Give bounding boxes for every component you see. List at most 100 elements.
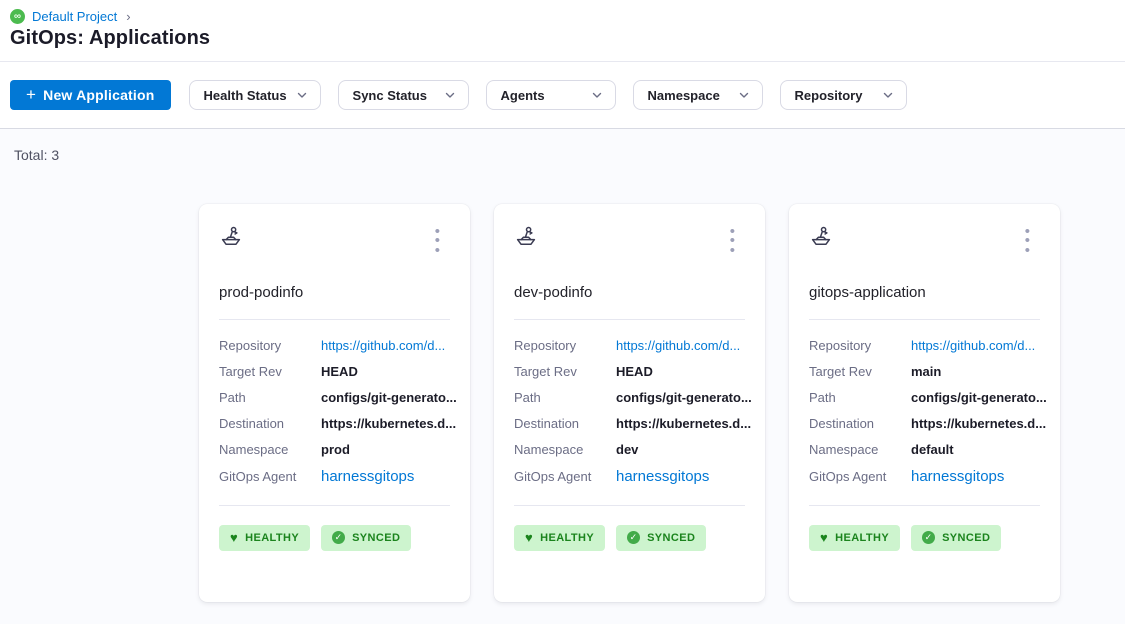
card-top-row: •••: [809, 225, 1040, 255]
field-value: https://kubernetes.d...: [616, 416, 751, 431]
application-card-gitops-application[interactable]: ••• gitops-application Repository https:…: [789, 204, 1060, 602]
badge-label: SYNCED: [942, 532, 990, 544]
field-value: main: [911, 364, 941, 379]
card-top-row: •••: [219, 225, 450, 255]
divider: [514, 319, 745, 320]
field-label: Namespace: [219, 442, 321, 457]
filter-namespace-label: Namespace: [648, 88, 720, 103]
card-top-row: •••: [514, 225, 745, 255]
card-badges: ♥ HEALTHY ✓ SYNCED: [514, 525, 745, 551]
chevron-down-icon: [444, 89, 456, 101]
divider: [809, 505, 1040, 506]
gitops-app-icon: [514, 225, 538, 249]
field-label: GitOps Agent: [219, 469, 321, 484]
status-badge: ✓ SYNCED: [616, 525, 706, 551]
kebab-menu-icon[interactable]: •••: [433, 225, 450, 255]
page-title: GitOps: Applications: [10, 27, 1125, 50]
card-title: dev-podinfo: [514, 284, 745, 301]
field-label: Repository: [514, 338, 616, 353]
card-fields: Repository https://github.com/d... Targe…: [514, 333, 745, 491]
field-value-link[interactable]: harnessgitops: [321, 468, 414, 485]
field-value: https://kubernetes.d...: [321, 416, 456, 431]
card-badges: ♥ HEALTHY ✓ SYNCED: [219, 525, 450, 551]
heart-icon: ♥: [230, 531, 238, 544]
divider: [219, 505, 450, 506]
gitops-app-icon: [219, 225, 243, 249]
card-fields: Repository https://github.com/d... Targe…: [809, 333, 1040, 491]
field-value: configs/git-generato...: [321, 390, 457, 405]
total-count: Total: 3: [14, 147, 59, 163]
field-value: dev: [616, 442, 638, 457]
field-row: Namespace default: [809, 437, 1040, 463]
field-row: GitOps Agent harnessgitops: [809, 463, 1040, 491]
filter-repository-label: Repository: [795, 88, 863, 103]
field-row: Destination https://kubernetes.d...: [219, 411, 450, 437]
check-circle-icon: ✓: [332, 531, 345, 544]
field-value-link[interactable]: harnessgitops: [616, 468, 709, 485]
field-row: Namespace dev: [514, 437, 745, 463]
badge-label: SYNCED: [352, 532, 400, 544]
field-row: Repository https://github.com/d...: [514, 333, 745, 359]
filter-sync-status-label: Sync Status: [353, 88, 427, 103]
field-label: Destination: [219, 416, 321, 431]
breadcrumb: ∞ Default Project ›: [10, 9, 1125, 24]
field-value: HEAD: [616, 364, 653, 379]
badge-label: HEALTHY: [540, 532, 594, 544]
field-value: prod: [321, 442, 350, 457]
field-row: Target Rev HEAD: [514, 359, 745, 385]
kebab-menu-icon[interactable]: •••: [1023, 225, 1040, 255]
application-card-dev-podinfo[interactable]: ••• dev-podinfo Repository https://githu…: [494, 204, 765, 602]
field-row: GitOps Agent harnessgitops: [219, 463, 450, 491]
field-label: Target Rev: [219, 364, 321, 379]
field-row: Destination https://kubernetes.d...: [809, 411, 1040, 437]
check-circle-icon: ✓: [922, 531, 935, 544]
heart-icon: ♥: [820, 531, 828, 544]
card-badges: ♥ HEALTHY ✓ SYNCED: [809, 525, 1040, 551]
check-circle-icon: ✓: [627, 531, 640, 544]
field-row: Path configs/git-generato...: [219, 385, 450, 411]
field-row: GitOps Agent harnessgitops: [514, 463, 745, 491]
field-label: Destination: [809, 416, 911, 431]
card-fields: Repository https://github.com/d... Targe…: [219, 333, 450, 491]
filter-repository[interactable]: Repository: [780, 80, 907, 110]
field-row: Path configs/git-generato...: [514, 385, 745, 411]
chevron-down-icon: [738, 89, 750, 101]
heart-icon: ♥: [525, 531, 533, 544]
filter-namespace[interactable]: Namespace: [633, 80, 763, 110]
field-label: Namespace: [514, 442, 616, 457]
new-application-button[interactable]: + New Application: [10, 80, 171, 110]
field-value-link[interactable]: harnessgitops: [911, 468, 1004, 485]
new-application-button-label: New Application: [43, 87, 154, 103]
plus-icon: +: [26, 86, 36, 103]
chevron-right-icon: ›: [126, 9, 130, 24]
chevron-down-icon: [591, 89, 603, 101]
cards-grid: ••• prod-podinfo Repository https://gith…: [199, 204, 1060, 602]
filter-health-status[interactable]: Health Status: [189, 80, 321, 110]
divider: [219, 319, 450, 320]
field-label: Namespace: [809, 442, 911, 457]
field-value-link[interactable]: https://github.com/d...: [911, 338, 1035, 353]
filter-agents[interactable]: Agents: [486, 80, 616, 110]
field-label: Destination: [514, 416, 616, 431]
filter-health-status-label: Health Status: [204, 88, 287, 103]
status-badge: ♥ HEALTHY: [219, 525, 310, 551]
field-row: Repository https://github.com/d...: [219, 333, 450, 359]
chevron-down-icon: [882, 89, 894, 101]
gitops-app-icon: [809, 225, 833, 249]
field-value-link[interactable]: https://github.com/d...: [321, 338, 445, 353]
field-label: Path: [219, 390, 321, 405]
field-row: Target Rev HEAD: [219, 359, 450, 385]
application-card-prod-podinfo[interactable]: ••• prod-podinfo Repository https://gith…: [199, 204, 470, 602]
badge-label: HEALTHY: [245, 532, 299, 544]
filter-sync-status[interactable]: Sync Status: [338, 80, 469, 110]
field-label: Target Rev: [809, 364, 911, 379]
breadcrumb-project-link[interactable]: Default Project: [32, 9, 117, 24]
field-row: Destination https://kubernetes.d...: [514, 411, 745, 437]
field-row: Target Rev main: [809, 359, 1040, 385]
field-value: default: [911, 442, 954, 457]
kebab-menu-icon[interactable]: •••: [728, 225, 745, 255]
field-row: Path configs/git-generato...: [809, 385, 1040, 411]
project-infinity-icon: ∞: [10, 9, 25, 24]
field-label: Repository: [809, 338, 911, 353]
field-value-link[interactable]: https://github.com/d...: [616, 338, 740, 353]
